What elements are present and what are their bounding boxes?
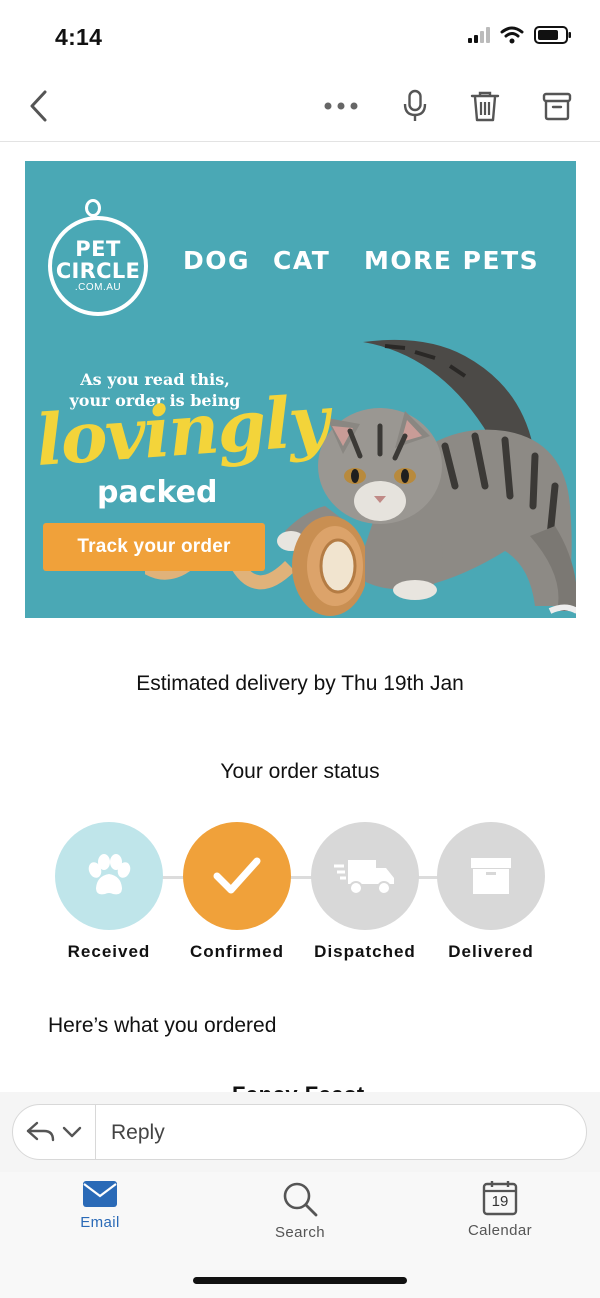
logo-text-line1: PET: [75, 236, 121, 261]
order-status-title: Your order status: [220, 760, 380, 783]
estimated-delivery-text: Estimated delivery by Thu 19th Jan: [136, 672, 464, 695]
archive-button[interactable]: [535, 84, 579, 128]
status-step-received: Received: [55, 822, 163, 962]
tab-label: Search: [275, 1224, 325, 1241]
status-step-confirmed: Confirmed: [183, 822, 291, 962]
step-label: Received: [67, 942, 151, 961]
battery-icon: [534, 26, 571, 44]
tab-email[interactable]: Email: [40, 1180, 160, 1231]
step-circle: [183, 822, 291, 930]
tab-calendar[interactable]: 19 Calendar: [440, 1180, 560, 1239]
archive-icon: [542, 92, 572, 121]
wifi-icon: [500, 26, 524, 44]
envelope-icon: [83, 1181, 117, 1207]
calendar-day: 19: [491, 1193, 509, 1210]
status-icons: [468, 26, 572, 44]
tracker-connector: [288, 876, 313, 879]
step-label: Confirmed: [190, 942, 284, 961]
logo-text-line3: .COM.AU: [74, 281, 122, 293]
search-icon: [283, 1182, 318, 1217]
home-indicator[interactable]: [193, 1277, 407, 1284]
reply-bar: Reply: [0, 1092, 600, 1172]
step-circle: [311, 822, 419, 930]
paw-icon: [88, 854, 131, 895]
track-order-button[interactable]: Track your order: [43, 523, 265, 571]
logo-tag-icon: [85, 199, 101, 217]
email-screen: 4:14 PET CIRCLE .COM.AU DOG CAT MORE PET…: [0, 0, 600, 1298]
checkmark-icon: [213, 857, 261, 894]
nav-dog-link[interactable]: DOG: [183, 246, 250, 275]
reply-options-button[interactable]: [13, 1105, 96, 1159]
nav-cat-link[interactable]: CAT: [273, 246, 330, 275]
banner-packed-text: packed: [97, 475, 218, 510]
box-icon: [471, 858, 511, 894]
signal-icon: [468, 27, 490, 43]
more-button[interactable]: [319, 84, 363, 128]
tab-label: Calendar: [467, 1222, 533, 1239]
reply-field[interactable]: Reply: [12, 1104, 587, 1160]
calendar-icon: 19: [482, 1180, 518, 1216]
step-label: Dispatched: [314, 942, 416, 961]
back-button[interactable]: [16, 84, 60, 128]
logo-text-line2: CIRCLE: [55, 258, 141, 283]
reply-arrow-icon: [26, 1121, 55, 1142]
tab-label: Email: [80, 1214, 120, 1231]
tab-search[interactable]: Search: [240, 1180, 360, 1241]
order-status-tracker: Received Confirmed Dispatched Delivered: [0, 820, 600, 970]
status-step-delivered: Delivered: [437, 822, 545, 962]
status-step-dispatched: Dispatched: [311, 822, 419, 962]
truck-icon: [334, 860, 394, 895]
status-bar: 4:14: [0, 0, 600, 70]
reply-placeholder[interactable]: Reply: [111, 1121, 165, 1145]
chevron-left-icon: [30, 90, 47, 122]
more-dots-icon: [324, 102, 358, 110]
step-circle: [437, 822, 545, 930]
step-circle: [55, 822, 163, 930]
nav-more-pets-link[interactable]: MORE PETS: [364, 246, 539, 275]
pet-circle-logo[interactable]: PET CIRCLE .COM.AU: [48, 216, 148, 316]
chevron-down-icon: [62, 1126, 82, 1138]
microphone-icon: [403, 89, 427, 121]
ordered-heading: Here’s what you ordered: [48, 1014, 277, 1037]
trash-icon: [470, 91, 500, 122]
message-toolbar: [0, 70, 600, 142]
step-label: Delivered: [448, 942, 534, 961]
delete-button[interactable]: [463, 84, 507, 128]
promo-banner[interactable]: PET CIRCLE .COM.AU DOG CAT MORE PETS As …: [25, 161, 576, 618]
status-time: 4:14: [55, 24, 103, 50]
dictate-button[interactable]: [393, 84, 437, 128]
tracker-connector: [160, 876, 185, 879]
